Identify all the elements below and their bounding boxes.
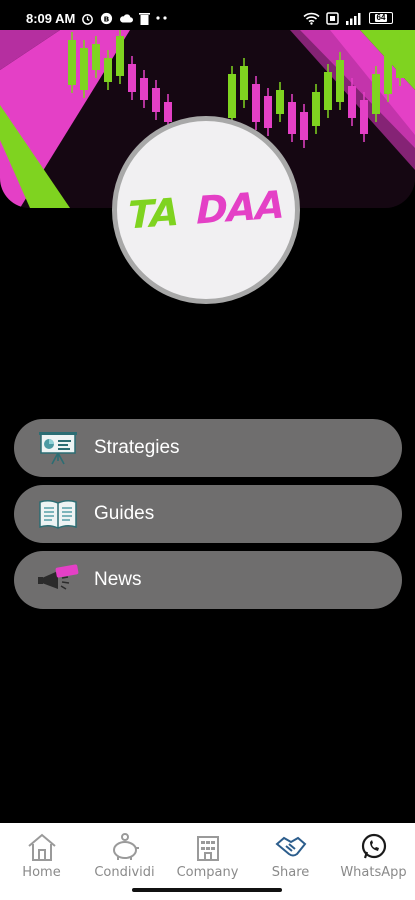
main-menu: Strategies Guides News <box>14 419 402 609</box>
candle-body <box>228 74 236 118</box>
candle-body <box>104 58 112 82</box>
candle-body <box>252 84 260 122</box>
candle-body <box>336 60 344 102</box>
house-icon <box>26 831 58 863</box>
whatsapp-icon <box>358 831 390 863</box>
candle-body <box>360 100 368 134</box>
candle-body <box>312 92 320 126</box>
app-logo: TA DAA <box>112 116 300 304</box>
trash-icon <box>139 12 151 25</box>
nav-label-home: Home <box>22 865 61 880</box>
megaphone-latest-icon <box>36 562 80 598</box>
status-time: 8:09 AM <box>26 10 76 26</box>
candle-body <box>152 88 160 112</box>
candle-body <box>68 40 76 85</box>
home-indicator-bar <box>132 888 282 892</box>
nav-label-share: Share <box>271 865 310 880</box>
candle-body <box>264 96 272 128</box>
menu-item-news[interactable]: News <box>14 551 402 609</box>
presentation-board-icon <box>36 430 80 466</box>
nav-label-whatsapp: WhatsApp <box>340 865 407 880</box>
svg-text:B: B <box>104 14 110 23</box>
candle-body <box>116 36 124 76</box>
handshake-icon <box>274 831 307 863</box>
candle-body <box>396 44 404 78</box>
nav-item-home[interactable]: Home <box>2 831 82 900</box>
logo-ta: TA <box>128 189 179 238</box>
candle-body <box>300 112 308 140</box>
logo-daa: DAA <box>196 182 284 233</box>
status-bar: 8:09 AM B 64 <box>0 0 415 36</box>
candle-body <box>348 86 356 118</box>
sim-icon <box>326 11 339 25</box>
candle-body <box>80 48 88 90</box>
menu-item-guides[interactable]: Guides <box>14 485 402 543</box>
battery-icon: 64 <box>369 12 393 24</box>
candle-body <box>372 74 380 114</box>
nav-label-company: Company <box>176 865 239 880</box>
battery-level: 64 <box>374 13 388 22</box>
candle-body <box>384 56 392 94</box>
nav-label-condividi: Condividi <box>94 865 155 880</box>
more-dots-icon <box>156 16 168 20</box>
alarm-icon <box>81 12 94 25</box>
candle-body <box>164 102 172 122</box>
piggy-bank-icon <box>109 831 141 863</box>
menu-label-news: News <box>94 569 142 590</box>
status-right: 64 <box>303 11 393 25</box>
open-book-icon <box>36 496 80 532</box>
building-icon <box>192 831 224 863</box>
candle-body <box>276 90 284 114</box>
logo-wordmark: TA DAA <box>128 183 284 238</box>
candle-body <box>92 44 100 70</box>
menu-label-guides: Guides <box>94 503 155 524</box>
nav-item-whatsapp[interactable]: WhatsApp <box>334 831 414 900</box>
candle-body <box>240 66 248 100</box>
candle-body <box>324 72 332 110</box>
wifi-icon <box>303 12 320 25</box>
cloud-icon <box>119 13 134 24</box>
menu-label-strategies: Strategies <box>94 437 180 458</box>
signal-icon <box>345 12 363 25</box>
status-left: 8:09 AM B <box>26 11 168 26</box>
candle-body <box>140 78 148 100</box>
candle-body <box>128 64 136 92</box>
notification-icon: B <box>100 12 113 25</box>
menu-item-strategies[interactable]: Strategies <box>14 419 402 477</box>
candle-body <box>288 102 296 134</box>
